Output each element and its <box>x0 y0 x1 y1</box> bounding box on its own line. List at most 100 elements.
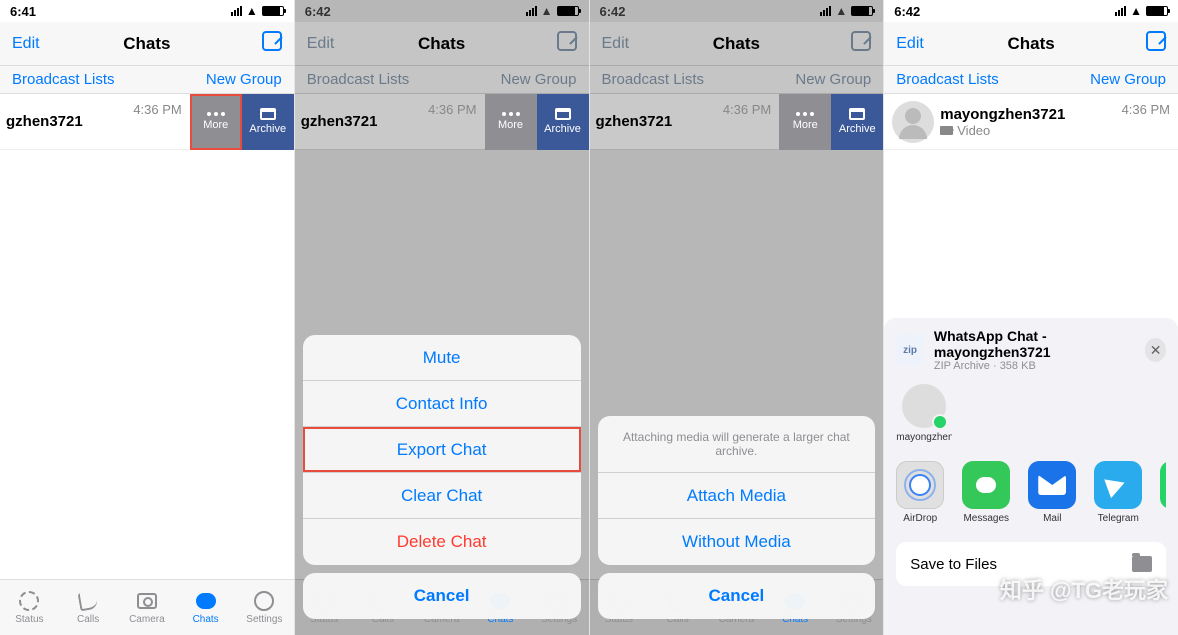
compose-button <box>507 31 577 56</box>
compose-button[interactable] <box>1096 31 1166 56</box>
signal-icon <box>231 6 242 16</box>
chat-name: mayongzhen3721 <box>940 106 1111 123</box>
swipe-actions: More Archive <box>190 94 294 150</box>
new-group-link[interactable]: New Group <box>206 71 282 88</box>
sheet-mute[interactable]: Mute <box>303 335 581 381</box>
chat-name: gzhen3721 <box>596 113 713 130</box>
contact-avatar <box>902 384 946 428</box>
battery-icon <box>262 6 284 16</box>
contact-name: mayongzhen… <box>896 432 952 443</box>
nav-bar: Edit Chats <box>590 22 884 66</box>
tab-settings[interactable]: Settings <box>235 580 294 635</box>
wifi-icon: ▲ <box>541 4 553 18</box>
sheet-export-chat[interactable]: Export Chat <box>303 427 581 473</box>
status-indicators: ▲ <box>231 4 284 18</box>
new-group-link[interactable]: New Group <box>1090 71 1166 88</box>
sheet-cancel[interactable]: Cancel <box>303 573 581 619</box>
chats-icon <box>196 593 216 609</box>
battery-icon <box>1146 6 1168 16</box>
signal-icon <box>526 6 537 16</box>
telegram-icon <box>1094 461 1142 509</box>
archive-button[interactable]: Archive <box>242 94 294 150</box>
camera-icon <box>137 593 157 609</box>
folder-icon <box>1132 556 1152 572</box>
archive-button: Archive <box>537 94 589 150</box>
compose-button[interactable] <box>212 31 282 56</box>
sub-bar: Broadcast Lists New Group <box>884 66 1178 94</box>
share-apps-row: AirDrop Messages Mail Telegram W <box>896 455 1166 536</box>
chat-row: gzhen3721 4:36 PM More Archive <box>590 94 884 150</box>
sub-bar: Broadcast Lists New Group <box>590 66 884 94</box>
wifi-icon: ▲ <box>835 4 847 18</box>
chat-time: 4:36 PM <box>428 102 484 117</box>
status-time: 6:41 <box>10 4 36 19</box>
edit-button: Edit <box>307 35 377 53</box>
new-group-link: New Group <box>795 71 871 88</box>
zip-icon: zip <box>896 334 924 366</box>
chat-row[interactable]: mayongzhen3721 Video 4:36 PM <box>884 94 1178 150</box>
more-icon <box>207 112 225 116</box>
more-button[interactable]: More <box>190 94 242 150</box>
compose-icon <box>851 31 871 51</box>
nav-bar: Edit Chats <box>295 22 589 66</box>
nav-title: Chats <box>672 34 802 54</box>
mail-icon <box>1028 461 1076 509</box>
share-contact[interactable]: mayongzhen… <box>896 384 952 443</box>
broadcast-lists-link[interactable]: Broadcast Lists <box>896 71 999 88</box>
status-bar: 6:42 ▲ <box>590 0 884 22</box>
sheet-without-media[interactable]: Without Media <box>598 519 876 565</box>
broadcast-lists-link[interactable]: Broadcast Lists <box>12 71 115 88</box>
status-bar: 6:41 ▲ <box>0 0 294 22</box>
chat-row[interactable]: gzhen3721 4:36 PM More Archive <box>0 94 294 150</box>
battery-icon <box>851 6 873 16</box>
signal-icon <box>1115 6 1126 16</box>
archive-label: Archive <box>249 123 286 135</box>
status-time: 6:42 <box>600 4 626 19</box>
sheet-attach-media[interactable]: Attach Media <box>598 473 876 519</box>
chat-name: gzhen3721 <box>301 113 418 130</box>
archive-icon <box>260 108 276 120</box>
app-telegram[interactable]: Telegram <box>1094 461 1142 524</box>
sheet-clear-chat[interactable]: Clear Chat <box>303 473 581 519</box>
chat-time: 4:36 PM <box>133 102 189 117</box>
sheet-delete-chat[interactable]: Delete Chat <box>303 519 581 565</box>
edit-button[interactable]: Edit <box>12 35 82 53</box>
chat-preview: Video <box>940 123 1111 138</box>
nav-title: Chats <box>82 34 212 54</box>
video-icon <box>940 126 953 135</box>
app-messages[interactable]: Messages <box>962 461 1010 524</box>
tab-bar: Status Calls Camera Chats Settings <box>0 579 294 635</box>
app-mail[interactable]: Mail <box>1028 461 1076 524</box>
action-sheet: Mute Contact Info Export Chat Clear Chat… <box>303 335 581 627</box>
chat-time: 4:36 PM <box>723 102 779 117</box>
pane-4-share-sheet: 6:42 ▲ Edit Chats Broadcast Lists New Gr… <box>884 0 1178 635</box>
sheet-contact-info[interactable]: Contact Info <box>303 381 581 427</box>
more-button: More <box>485 94 537 150</box>
more-label: More <box>203 119 228 131</box>
pane-2-more-sheet: 6:42 ▲ Edit Chats Broadcast Lists New Gr… <box>295 0 590 635</box>
watermark: 知乎 @TG老玩家 <box>1000 573 1168 605</box>
compose-icon <box>1146 31 1166 51</box>
wifi-icon: ▲ <box>1130 4 1142 18</box>
status-bar: 6:42 ▲ <box>295 0 589 22</box>
compose-icon <box>557 31 577 51</box>
sheet-note: Attaching media will generate a larger c… <box>598 416 876 473</box>
tab-status[interactable]: Status <box>0 580 59 635</box>
nav-bar: Edit Chats <box>884 22 1178 66</box>
tab-chats[interactable]: Chats <box>176 580 235 635</box>
app-whatsapp[interactable]: W <box>1160 461 1166 524</box>
archive-button: Archive <box>831 94 883 150</box>
app-airdrop[interactable]: AirDrop <box>896 461 944 524</box>
save-to-files-label: Save to Files <box>910 556 997 573</box>
sub-bar: Broadcast Lists New Group <box>295 66 589 94</box>
messages-icon <box>962 461 1010 509</box>
status-bar: 6:42 ▲ <box>884 0 1178 22</box>
broadcast-lists-link: Broadcast Lists <box>307 71 410 88</box>
tab-camera[interactable]: Camera <box>118 580 177 635</box>
pane-1-swipe-actions: 6:41 ▲ Edit Chats Broadcast Lists New Gr… <box>0 0 295 635</box>
edit-button[interactable]: Edit <box>896 35 966 53</box>
sheet-cancel[interactable]: Cancel <box>598 573 876 619</box>
close-button[interactable]: ✕ <box>1145 338 1166 362</box>
tab-calls[interactable]: Calls <box>59 580 118 635</box>
chat-name: gzhen3721 <box>6 113 123 130</box>
